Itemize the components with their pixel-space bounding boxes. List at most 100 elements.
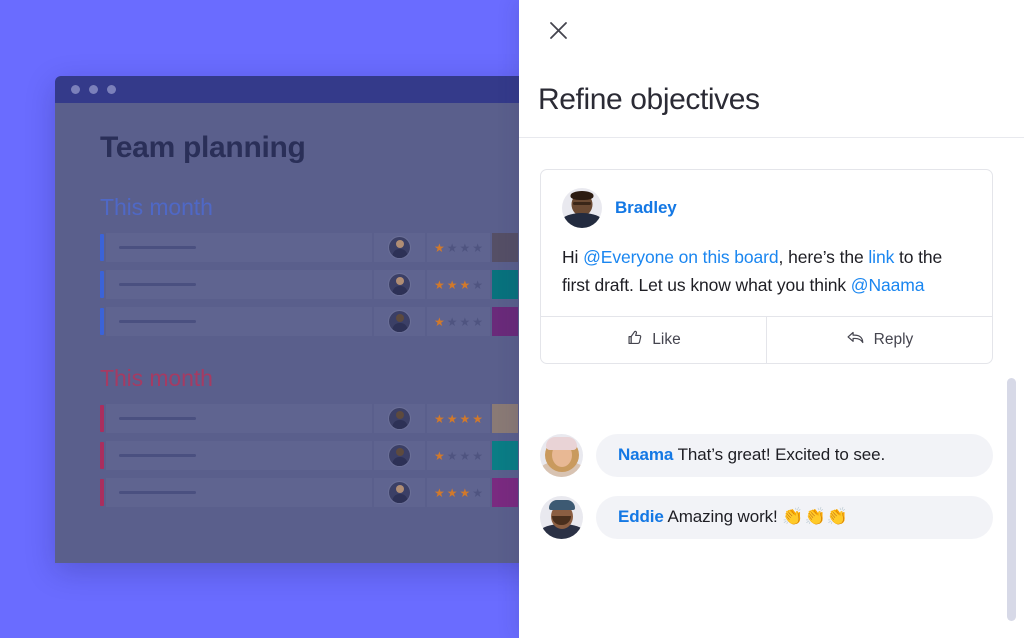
- star-icon: ★: [446, 240, 458, 255]
- row-name-cell[interactable]: [106, 478, 372, 507]
- star-icon: ★: [446, 314, 458, 329]
- row-status-color[interactable]: [492, 270, 518, 299]
- eddie-avatar: [540, 496, 583, 539]
- reply-item: Eddie Amazing work! 👏👏👏: [540, 496, 993, 539]
- row-owner-cell[interactable]: [374, 307, 425, 336]
- reply-button-label: Reply: [873, 331, 914, 349]
- board-row[interactable]: ★ ★ ★ ★: [100, 270, 575, 299]
- star-icon: ★: [433, 448, 445, 463]
- board-row[interactable]: ★ ★ ★ ★: [100, 233, 575, 262]
- row-name-cell[interactable]: [106, 441, 372, 470]
- row-owner-cell[interactable]: [374, 270, 425, 299]
- star-icon: ★: [433, 277, 445, 292]
- row-rating-cell[interactable]: ★ ★ ★ ★: [427, 478, 490, 507]
- thumbs-up-icon: [626, 329, 643, 351]
- row-status-color[interactable]: [492, 478, 518, 507]
- refine-objectives-panel: Refine objectives Bradley Hi @Everyone o…: [519, 0, 1024, 638]
- row-owner-cell[interactable]: [374, 441, 425, 470]
- row-status-color[interactable]: [492, 441, 518, 470]
- star-icon: ★: [459, 314, 471, 329]
- comment-author-row: Bradley: [562, 188, 971, 228]
- mention-everyone[interactable]: @Everyone on this board: [583, 247, 779, 267]
- app-root: Team planning This month ★ ★ ★ ★ ★ ★ ★ ★…: [0, 0, 1024, 638]
- star-icon: ★: [459, 277, 471, 292]
- row-name-cell[interactable]: [106, 233, 372, 262]
- row-name-placeholder: [119, 454, 196, 457]
- star-icon: ★: [433, 485, 445, 500]
- like-button-label: Like: [652, 331, 681, 349]
- row-status-color[interactable]: [492, 307, 518, 336]
- row-rating-cell[interactable]: ★ ★ ★ ★: [427, 307, 490, 336]
- board-row[interactable]: ★ ★ ★ ★: [100, 404, 575, 433]
- row-owner-cell[interactable]: [374, 233, 425, 262]
- reply-button[interactable]: Reply: [766, 317, 992, 364]
- star-icon: ★: [472, 277, 484, 292]
- row-accent-bar: [100, 479, 104, 506]
- row-rating-cell[interactable]: ★ ★ ★ ★: [427, 270, 490, 299]
- row-owner-avatar: [389, 237, 410, 258]
- replies-list: Naama That’s great! Excited to see. Eddi…: [540, 434, 993, 558]
- comment-author-name[interactable]: Bradley: [615, 198, 677, 218]
- comment-text-part: Hi: [562, 247, 584, 267]
- star-icon: ★: [459, 240, 471, 255]
- page-title: Refine objectives: [538, 83, 760, 116]
- star-icon: ★: [446, 485, 458, 500]
- reply-author[interactable]: Eddie: [618, 507, 664, 526]
- comment-text: Hi @Everyone on this board, here’s the l…: [562, 244, 971, 299]
- comment-actions: Like Reply: [541, 316, 992, 364]
- star-icon: ★: [459, 448, 471, 463]
- row-owner-cell[interactable]: [374, 478, 425, 507]
- board-body: Team planning This month ★ ★ ★ ★ ★ ★ ★ ★…: [55, 103, 575, 563]
- row-name-placeholder: [119, 417, 196, 420]
- row-name-placeholder: [119, 246, 196, 249]
- panel-header: Refine objectives: [519, 0, 1024, 138]
- like-button[interactable]: Like: [541, 317, 766, 363]
- star-icon: ★: [472, 448, 484, 463]
- row-owner-avatar: [389, 408, 410, 429]
- row-name-cell[interactable]: [106, 270, 372, 299]
- comment-link[interactable]: link: [868, 247, 894, 267]
- board-window: Team planning This month ★ ★ ★ ★ ★ ★ ★ ★…: [55, 76, 575, 563]
- row-name-cell[interactable]: [106, 404, 372, 433]
- row-accent-bar: [100, 442, 104, 469]
- row-owner-avatar: [389, 274, 410, 295]
- board-row[interactable]: ★ ★ ★ ★: [100, 441, 575, 470]
- reply-message: That’s great! Excited to see.: [677, 445, 886, 464]
- board-row[interactable]: ★ ★ ★ ★: [100, 478, 575, 507]
- reply-item: Naama That’s great! Excited to see.: [540, 434, 993, 477]
- row-status-color[interactable]: [492, 404, 518, 433]
- panel-scroll-area: Bradley Hi @Everyone on this board, here…: [519, 138, 1024, 638]
- naama-avatar: [540, 434, 583, 477]
- row-owner-avatar: [389, 482, 410, 503]
- reply-bubble: Eddie Amazing work! 👏👏👏: [596, 496, 993, 539]
- mention-naama[interactable]: @Naama: [851, 275, 925, 295]
- star-icon: ★: [472, 485, 484, 500]
- panel-scrollbar-track[interactable]: [1007, 0, 1016, 638]
- board-row[interactable]: ★ ★ ★ ★: [100, 307, 575, 336]
- star-icon: ★: [433, 314, 445, 329]
- star-icon: ★: [472, 411, 484, 426]
- star-icon: ★: [459, 411, 471, 426]
- comment-body: Bradley Hi @Everyone on this board, here…: [541, 170, 992, 316]
- row-status-color[interactable]: [492, 233, 518, 262]
- star-icon: ★: [446, 411, 458, 426]
- window-dot-minimize[interactable]: [89, 85, 98, 94]
- reply-author[interactable]: Naama: [618, 445, 673, 464]
- row-name-cell[interactable]: [106, 307, 372, 336]
- window-dot-close[interactable]: [71, 85, 80, 94]
- row-accent-bar: [100, 405, 104, 432]
- window-dot-maximize[interactable]: [107, 85, 116, 94]
- close-icon[interactable]: [540, 12, 576, 48]
- panel-scrollbar-thumb[interactable]: [1007, 378, 1016, 621]
- row-accent-bar: [100, 271, 104, 298]
- board-group-label-2: This month: [100, 365, 213, 391]
- reply-arrow-icon: [846, 329, 865, 351]
- board-group-label-1: This month: [100, 194, 213, 220]
- row-rating-cell[interactable]: ★ ★ ★ ★: [427, 441, 490, 470]
- star-icon: ★: [459, 485, 471, 500]
- row-owner-avatar: [389, 445, 410, 466]
- row-rating-cell[interactable]: ★ ★ ★ ★: [427, 404, 490, 433]
- row-rating-cell[interactable]: ★ ★ ★ ★: [427, 233, 490, 262]
- row-owner-cell[interactable]: [374, 404, 425, 433]
- comment-text-part: , here’s the: [778, 247, 869, 267]
